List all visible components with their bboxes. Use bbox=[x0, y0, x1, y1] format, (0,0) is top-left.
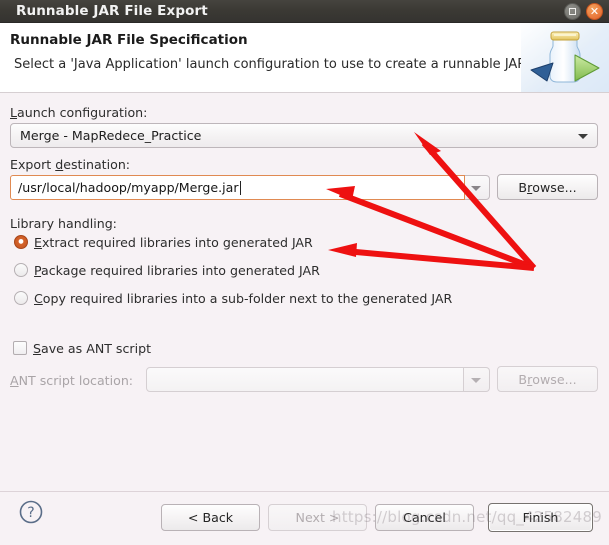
chevron-down-icon bbox=[471, 185, 481, 191]
export-destination-value: /usr/local/hadoop/myapp/Merge.jar bbox=[18, 180, 239, 195]
library-handling-label: Library handling: bbox=[10, 216, 117, 231]
ant-script-location-label: ANT script location: bbox=[10, 373, 134, 388]
radio-copy-libraries[interactable] bbox=[14, 291, 28, 305]
jar-export-illustration-icon bbox=[521, 23, 609, 92]
chevron-down-icon bbox=[578, 133, 588, 139]
radio-copy-libraries-label[interactable]: Copy required libraries into a sub-folde… bbox=[34, 291, 452, 306]
export-destination-browse-button[interactable]: Br owse... bbox=[497, 174, 598, 200]
export-destination-label: Export destination: bbox=[10, 157, 131, 172]
window-controls: ✕ bbox=[564, 3, 603, 20]
radio-extract-libraries[interactable] bbox=[14, 235, 28, 249]
launch-configuration-combo[interactable]: Merge - MapRedece_Practice bbox=[10, 123, 598, 148]
export-destination-dropdown-button[interactable] bbox=[465, 175, 490, 200]
page-title: Runnable JAR File Specification bbox=[10, 32, 248, 48]
ant-script-location-input[interactable] bbox=[146, 367, 464, 392]
back-button[interactable]: < Back bbox=[161, 504, 260, 531]
watermark: https://blog.csdn.net/qq_42582489 bbox=[332, 508, 602, 526]
window-titlebar: Runnable JAR File Export ✕ bbox=[0, 0, 609, 23]
ant-script-browse-button[interactable]: Br owse... bbox=[497, 366, 598, 392]
svg-text:?: ? bbox=[27, 505, 34, 521]
wizard-header: Runnable JAR File Specification Select a… bbox=[0, 23, 609, 93]
chevron-down-icon bbox=[471, 377, 481, 383]
save-as-ant-script-label[interactable]: Save as ANT script bbox=[33, 341, 151, 356]
launch-configuration-label: Launch configuration: bbox=[10, 105, 148, 120]
restore-icon[interactable] bbox=[564, 3, 581, 20]
dialog-window: Runnable JAR File Export ✕ Runnable JAR … bbox=[0, 0, 609, 545]
wizard-body: Launch configuration: Merge - MapRedece_… bbox=[0, 93, 609, 491]
window-title: Runnable JAR File Export bbox=[16, 3, 208, 19]
radio-package-libraries-label[interactable]: Package required libraries into generate… bbox=[34, 263, 320, 278]
help-question-icon[interactable]: ? bbox=[19, 500, 43, 524]
close-icon[interactable]: ✕ bbox=[586, 3, 603, 20]
radio-package-libraries[interactable] bbox=[14, 263, 28, 277]
launch-configuration-value: Merge - MapRedece_Practice bbox=[20, 128, 202, 143]
ant-script-location-dropdown-button[interactable] bbox=[464, 367, 490, 392]
radio-extract-libraries-label[interactable]: Extract required libraries into generate… bbox=[34, 235, 313, 250]
text-cursor bbox=[239, 180, 241, 195]
export-destination-input[interactable]: /usr/local/hadoop/myapp/Merge.jar bbox=[10, 175, 465, 200]
save-as-ant-script-checkbox[interactable] bbox=[13, 341, 27, 355]
page-description: Select a 'Java Application' launch confi… bbox=[14, 57, 531, 72]
